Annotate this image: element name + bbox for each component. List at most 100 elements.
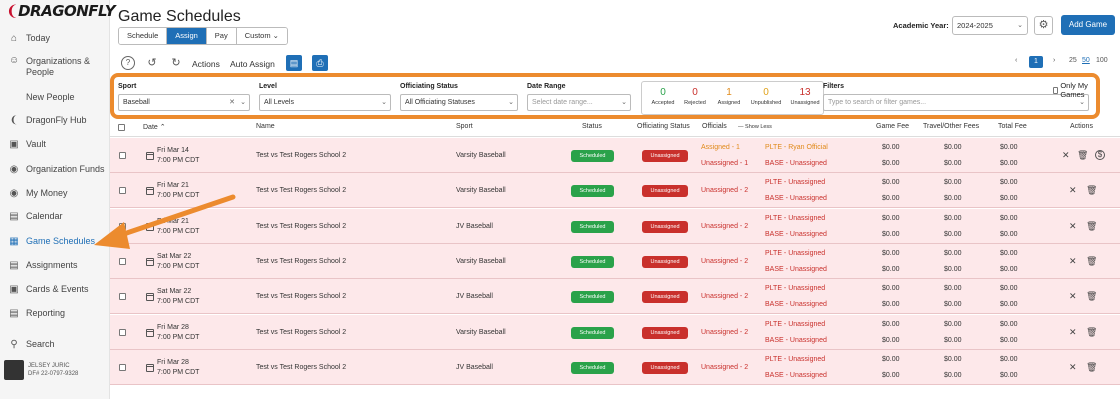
row-checkbox[interactable] (119, 363, 126, 371)
official-base[interactable]: BASE - Unassigned (765, 159, 827, 169)
official-base[interactable]: BASE - Unassigned (765, 265, 827, 275)
sidebar-item-vault[interactable]: ▣ Vault (9, 139, 46, 150)
official-base[interactable]: BASE - Unassigned (765, 336, 827, 346)
trash-icon[interactable]: 🗑 (1086, 327, 1097, 338)
official-plate[interactable]: PLTE - Unassigned (765, 320, 825, 330)
close-icon[interactable]: ✕ (1069, 256, 1077, 267)
history-icon[interactable]: ↺ (145, 56, 159, 70)
sidebar-item-organization-funds[interactable]: ◉ Organization Funds (9, 164, 105, 175)
table-row[interactable]: Sat Mar 22 7:00 PM CDT Test vs Test Rogers… (110, 279, 1120, 315)
table-row[interactable]: Fri Mar 28 7:00 PM CDT Test vs Test Rogers… (110, 349, 1120, 385)
close-icon[interactable]: ✕ (1069, 327, 1077, 338)
official-base[interactable]: BASE - Unassigned (765, 230, 827, 240)
table-row[interactable]: Fri Mar 21 7:00 PM CDT Test vs Test Rogers… (110, 173, 1120, 209)
count-unassigned[interactable]: 13 Unassigned (786, 87, 824, 106)
sidebar-item-new-people[interactable]: New People (26, 92, 75, 103)
close-icon[interactable]: ✕ (1069, 221, 1077, 232)
dollar-icon[interactable]: $ (1095, 150, 1105, 160)
count-unpublished[interactable]: 0 Unpublished (746, 87, 786, 106)
sidebar-item-today[interactable]: ⌂ Today (9, 33, 50, 44)
sidebar-item-cards-events[interactable]: ▣ Cards & Events (9, 284, 88, 295)
official-plate[interactable]: PLTE - Unassigned (765, 355, 825, 365)
trash-icon[interactable]: 🗑 (1077, 150, 1088, 161)
auto-assign-button[interactable]: Auto Assign (230, 59, 275, 69)
table-row[interactable]: Fri Mar 21 7:00 PM CDT Test vs Test Rogers… (110, 208, 1120, 244)
row-checkbox[interactable] (119, 328, 126, 336)
official-base[interactable]: BASE - Unassigned (765, 194, 827, 204)
refresh-icon[interactable]: ↻ (169, 56, 183, 70)
sidebar-item-assignments[interactable]: ▤ Assignments (9, 260, 77, 271)
next-page-icon[interactable]: › (1053, 57, 1055, 64)
official-plate[interactable]: PLTE - Unassigned (765, 284, 825, 294)
sidebar-item-game-schedules[interactable]: ▦ Game Schedules (9, 236, 95, 247)
table-row[interactable]: Fri Mar 14 7:00 PM CDT Test vs Test Rogers… (110, 138, 1120, 173)
sidebar-item-reporting[interactable]: ▤ Reporting (9, 308, 65, 319)
row-checkbox[interactable] (119, 187, 126, 195)
page-current[interactable]: 1 (1029, 56, 1043, 68)
trash-icon[interactable]: 🗑 (1086, 256, 1097, 267)
official-base[interactable]: BASE - Unassigned (765, 300, 827, 310)
sidebar-item-calendar[interactable]: ▤ Calendar (9, 211, 62, 222)
official-plate[interactable]: PLTE - Unassigned (765, 249, 825, 259)
help-icon[interactable]: ? (121, 56, 135, 70)
count-rejected[interactable]: 0 Rejected (678, 87, 712, 106)
officiating-status-select[interactable]: All Officiating Statuses ⌄ (400, 94, 518, 111)
col-status[interactable]: Status (582, 123, 602, 130)
tab-assign[interactable]: Assign (167, 28, 207, 44)
game-name[interactable]: Test vs Test Rogers School 2 (256, 222, 346, 232)
select-all-checkbox[interactable] (118, 124, 125, 131)
sidebar-item-organizations-people[interactable]: ☺ Organizations & People (9, 56, 90, 78)
page-size-50[interactable]: 50 (1082, 57, 1090, 64)
row-checkbox[interactable] (119, 257, 126, 265)
sidebar-item-dragonfly-hub[interactable]: ❨ DragonFly Hub (9, 115, 87, 126)
table-row[interactable]: Fri Mar 28 7:00 PM CDT Test vs Test Rogers… (110, 314, 1120, 350)
trash-icon[interactable]: 🗑 (1086, 221, 1097, 232)
tab-custom[interactable]: Custom ⌄ (236, 28, 287, 44)
game-name[interactable]: Test vs Test Rogers School 2 (256, 186, 346, 196)
date-range-input[interactable]: Select date range... ⌄ (527, 94, 631, 111)
prev-page-icon[interactable]: ‹ (1015, 57, 1017, 64)
sidebar-item-search[interactable]: ⚲ Search (9, 339, 54, 350)
col-sport[interactable]: Sport (456, 123, 473, 130)
tab-pay[interactable]: Pay (206, 28, 237, 44)
sport-select[interactable]: Baseball ✕ ⌄ (118, 94, 250, 111)
table-row[interactable]: Sat Mar 22 7:00 PM CDT Test vs Test Rogers… (110, 243, 1120, 279)
close-icon[interactable]: ✕ (1062, 150, 1070, 161)
actions-menu[interactable]: Actions (192, 59, 220, 69)
official-plate[interactable]: PLTE - Ryan Official (765, 143, 828, 153)
print-button[interactable]: ⎙ (312, 55, 328, 71)
only-my-games-checkbox[interactable]: Only My Games (1053, 81, 1096, 99)
academic-year-select[interactable]: 2024-2025 ⌄ (952, 16, 1028, 35)
page-size-25[interactable]: 25 (1069, 57, 1077, 64)
game-name[interactable]: Test vs Test Rogers School 2 (256, 257, 346, 267)
col-officiating-status[interactable]: Officiating Status (637, 123, 690, 130)
level-select[interactable]: All Levels ⌄ (259, 94, 391, 111)
search-filter-input[interactable]: Type to search or filter games... ⌄ (823, 94, 1089, 111)
official-plate[interactable]: PLTE - Unassigned (765, 178, 825, 188)
game-name[interactable]: Test vs Test Rogers School 2 (256, 292, 346, 302)
row-checkbox[interactable] (119, 293, 126, 301)
col-date[interactable]: Date ⌃ (143, 123, 166, 131)
trash-icon[interactable]: 🗑 (1086, 362, 1097, 373)
count-assigned[interactable]: 1 Assigned (710, 87, 748, 106)
game-name[interactable]: Test vs Test Rogers School 2 (256, 328, 346, 338)
trash-icon[interactable]: 🗑 (1086, 291, 1097, 302)
row-checkbox[interactable] (119, 222, 126, 230)
page-size-100[interactable]: 100 (1096, 57, 1108, 64)
trash-icon[interactable]: 🗑 (1086, 185, 1097, 196)
clear-icon[interactable]: ✕ (229, 98, 235, 106)
official-plate[interactable]: PLTE - Unassigned (765, 214, 825, 224)
game-name[interactable]: Test vs Test Rogers School 2 (256, 151, 346, 161)
close-icon[interactable]: ✕ (1069, 362, 1077, 373)
tab-schedule[interactable]: Schedule (119, 28, 168, 44)
sidebar-item-my-money[interactable]: ◉ My Money (9, 188, 68, 199)
game-name[interactable]: Test vs Test Rogers School 2 (256, 363, 346, 373)
dragonfly-logo[interactable]: ❨DRAGONFLY (6, 2, 116, 20)
close-icon[interactable]: ✕ (1069, 185, 1077, 196)
export-button[interactable]: ▤ (286, 55, 302, 71)
row-checkbox[interactable] (119, 152, 126, 159)
col-name[interactable]: Name (256, 123, 275, 130)
official-base[interactable]: BASE - Unassigned (765, 371, 827, 381)
count-accepted[interactable]: 0 Accepted (646, 87, 680, 106)
add-game-button[interactable]: Add Game (1061, 15, 1115, 35)
